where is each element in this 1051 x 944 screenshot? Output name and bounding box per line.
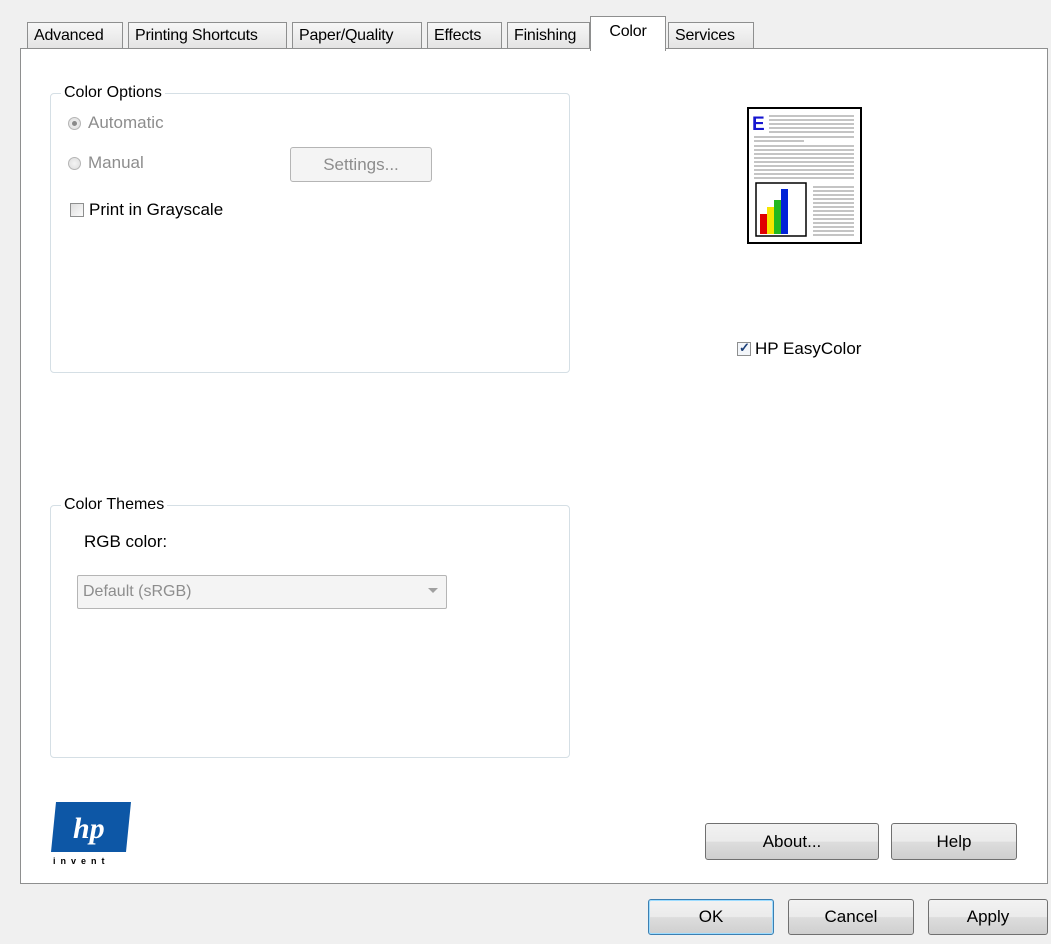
rgb-color-select[interactable]: Default (sRGB) [77, 575, 447, 609]
tab-finishing[interactable]: Finishing [507, 22, 590, 49]
tab-services[interactable]: Services [668, 22, 754, 49]
tab-color[interactable]: Color [590, 16, 666, 51]
rgb-color-label: RGB color: [84, 532, 168, 551]
automatic-radio[interactable] [68, 117, 81, 130]
hp-easycolor-checkbox[interactable]: ✓ [737, 340, 751, 356]
settings-button[interactable]: Settings... [290, 147, 432, 182]
grayscale-checkbox[interactable] [70, 203, 84, 217]
about-button[interactable]: About... [705, 823, 879, 860]
hp-logo-tagline: invent [53, 856, 110, 866]
tab-advanced[interactable]: Advanced [27, 22, 123, 49]
manual-radio-label: Manual [88, 153, 144, 172]
svg-text:hp: hp [73, 812, 105, 845]
hp-logo-icon: hp [51, 802, 131, 852]
manual-radio[interactable] [68, 157, 81, 170]
color-tab-panel: Color Options Automatic Manual Settings.… [20, 48, 1048, 884]
document-preview-icon: E [752, 114, 854, 237]
color-preview-image: E [747, 107, 862, 244]
tab-paper-quality[interactable]: Paper/Quality [292, 22, 422, 49]
preview-letter: E [752, 114, 765, 135]
tab-effects[interactable]: Effects [427, 22, 502, 49]
hp-logo: hp invent [51, 802, 131, 872]
chevron-down-icon [428, 588, 438, 593]
apply-button[interactable]: Apply [928, 899, 1048, 935]
color-options-legend: Color Options [61, 83, 165, 103]
color-themes-legend: Color Themes [61, 495, 168, 515]
tab-printing-shortcuts[interactable]: Printing Shortcuts [128, 22, 287, 49]
help-button[interactable]: Help [891, 823, 1017, 860]
automatic-radio-label: Automatic [88, 113, 164, 132]
color-themes-group: Color Themes RGB color: Default (sRGB) [50, 495, 570, 758]
color-options-group: Color Options Automatic Manual Settings.… [50, 83, 570, 373]
cancel-button[interactable]: Cancel [788, 899, 914, 935]
grayscale-checkbox-label: Print in Grayscale [89, 200, 224, 219]
rgb-color-select-value: Default (sRGB) [83, 583, 192, 600]
check-icon: ✓ [739, 340, 750, 355]
ok-button[interactable]: OK [648, 899, 774, 935]
hp-easycolor-label: HP EasyColor [755, 339, 862, 358]
